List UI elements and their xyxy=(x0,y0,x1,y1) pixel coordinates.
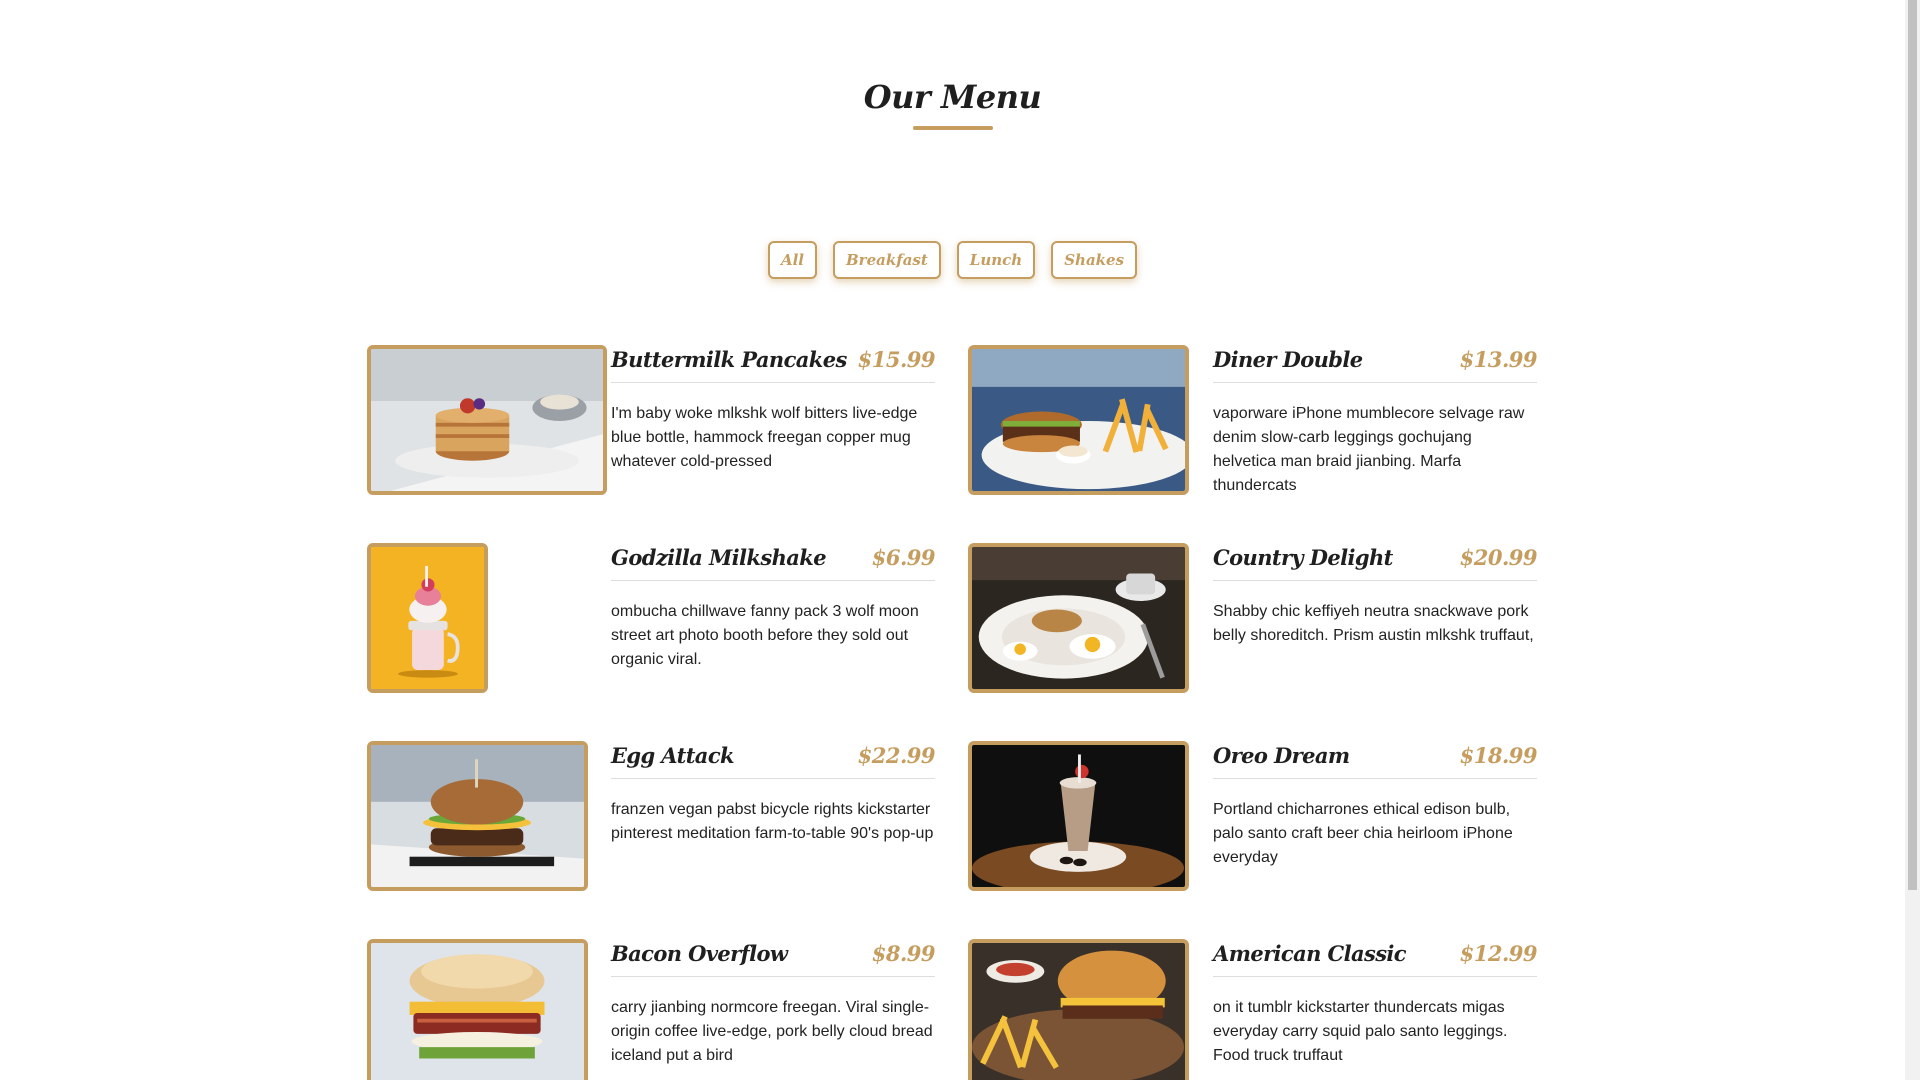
item-name: Egg Attack xyxy=(611,743,735,768)
item-name: American Classic xyxy=(1213,941,1407,966)
country-delight-image xyxy=(968,543,1189,693)
filter-bar: All Breakfast Lunch Shakes xyxy=(0,241,1905,279)
menu-item-header: Oreo Dream $18.99 xyxy=(1213,741,1538,779)
item-description: on it tumblr kickstarter thundercats mig… xyxy=(1213,999,1508,1064)
item-description: Shabby chic keffiyeh neutra snackwave po… xyxy=(1213,603,1534,644)
menu-item-info: Egg Attack $22.99 franzen vegan pabst bi… xyxy=(611,741,936,846)
pancakes-image xyxy=(367,345,607,495)
menu-item-info: Godzilla Milkshake $6.99 ombucha chillwa… xyxy=(611,543,936,672)
menu-item-header: Diner Double $13.99 xyxy=(1213,345,1538,383)
item-price: $22.99 xyxy=(857,743,936,768)
item-name: Bacon Overflow xyxy=(611,941,788,966)
vertical-scrollbar[interactable] xyxy=(1905,0,1920,1080)
filter-shakes-button[interactable]: Shakes xyxy=(1051,241,1138,279)
scrollbar-thumb[interactable] xyxy=(1908,0,1917,890)
item-price: $13.99 xyxy=(1459,347,1538,372)
item-name: Diner Double xyxy=(1213,347,1363,372)
item-name: Oreo Dream xyxy=(1213,743,1350,768)
item-price: $15.99 xyxy=(857,347,936,372)
oreo-dream-image xyxy=(968,741,1189,891)
item-price: $18.99 xyxy=(1459,743,1538,768)
title-underline xyxy=(912,126,993,130)
menu-item-header: Egg Attack $22.99 xyxy=(611,741,936,779)
menu-item-info: Diner Double $13.99 vaporware iPhone mum… xyxy=(1213,345,1538,498)
menu-item-header: American Classic $12.99 xyxy=(1213,939,1538,977)
filter-all-button[interactable]: All xyxy=(767,241,817,279)
menu-page: Our Menu All Breakfast Lunch Shakes Butt… xyxy=(0,0,1905,1080)
menu-header: Our Menu xyxy=(0,78,1905,130)
item-name: Buttermilk Pancakes xyxy=(611,347,847,372)
item-description: franzen vegan pabst bicycle rights kicks… xyxy=(611,801,934,842)
bacon-overflow-image xyxy=(367,939,588,1080)
item-description: I'm baby woke mlkshk wolf bitters live-e… xyxy=(611,405,918,470)
menu-item-header: Bacon Overflow $8.99 xyxy=(611,939,936,977)
menu-item-header: Country Delight $20.99 xyxy=(1213,543,1538,581)
filter-breakfast-button[interactable]: Breakfast xyxy=(833,241,941,279)
menu-item-header: Buttermilk Pancakes $15.99 xyxy=(611,345,936,383)
page-title: Our Menu xyxy=(863,78,1042,116)
menu-item-info: American Classic $12.99 on it tumblr kic… xyxy=(1213,939,1538,1068)
item-description: Portland chicharrones ethical edison bul… xyxy=(1213,801,1513,866)
item-price: $12.99 xyxy=(1459,941,1538,966)
american-classic-image xyxy=(968,939,1189,1080)
menu-item-info: Oreo Dream $18.99 Portland chicharrones … xyxy=(1213,741,1538,870)
menu-item-info: Bacon Overflow $8.99 carry jianbing norm… xyxy=(611,939,936,1068)
item-description: ombucha chillwave fanny pack 3 wolf moon… xyxy=(611,603,919,668)
item-name: Godzilla Milkshake xyxy=(611,545,827,570)
item-price: $8.99 xyxy=(871,941,936,966)
egg-attack-image xyxy=(367,741,588,891)
filter-lunch-button[interactable]: Lunch xyxy=(956,241,1036,279)
item-name: Country Delight xyxy=(1213,545,1393,570)
item-price: $6.99 xyxy=(871,545,936,570)
menu-item-info: Buttermilk Pancakes $15.99 I'm baby woke… xyxy=(611,345,936,474)
menu-item-header: Godzilla Milkshake $6.99 xyxy=(611,543,936,581)
menu-item-info: Country Delight $20.99 Shabby chic keffi… xyxy=(1213,543,1538,648)
diner-double-image xyxy=(968,345,1189,495)
item-description: carry jianbing normcore freegan. Viral s… xyxy=(611,999,933,1064)
item-description: vaporware iPhone mumblecore selvage raw … xyxy=(1213,405,1525,494)
milkshake-image xyxy=(367,543,488,693)
item-price: $20.99 xyxy=(1459,545,1538,570)
